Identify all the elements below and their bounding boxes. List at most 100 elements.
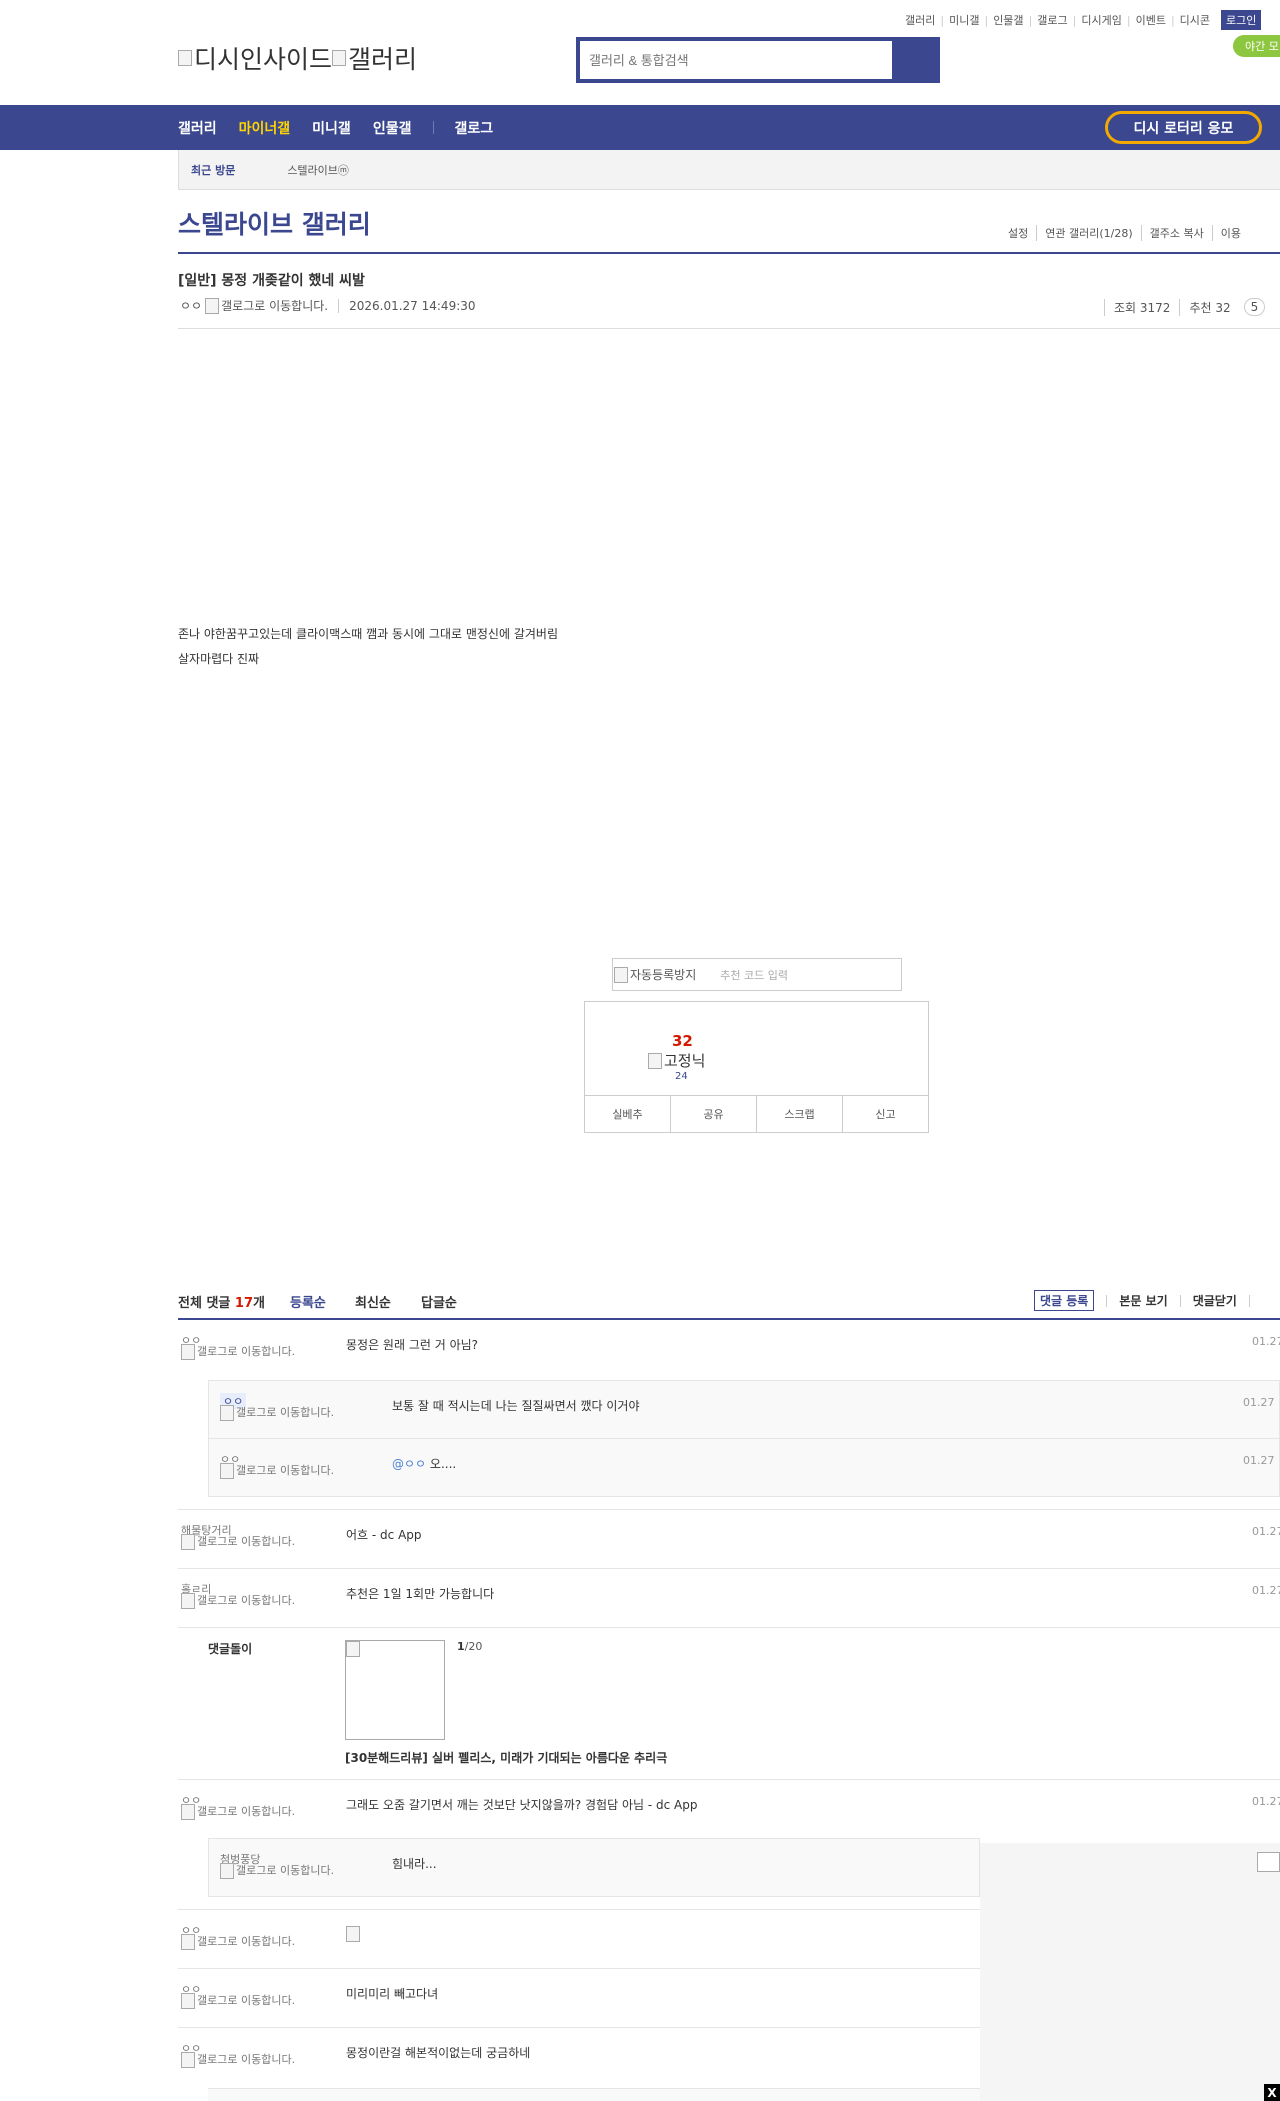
comment-item: ㅇㅇ 갤로그로 이동합니다. 몽정이란걸 해본적이없는데 궁금하네 [178,2028,980,2088]
gallog-image-icon [181,1344,195,1360]
search-button[interactable] [892,41,936,79]
gnb-person-gallery[interactable]: 인물갤 [373,118,412,138]
comment-gallog-link[interactable]: 갤로그로 이동합니다. [181,1804,309,1820]
night-mode-button[interactable]: 야간 모 [1233,35,1280,57]
post-author-gallog[interactable]: 갤로그로 이동합니다. [221,297,328,314]
comment-item: 홀ㄹ리 갤로그로 이동합니다. 추천은 1일 1회만 가능합니다 01.27 [178,1569,1280,1628]
share-button[interactable]: 공유 [671,1096,757,1132]
gallery-settings[interactable]: 설정 [1000,225,1036,241]
post-stats: 조회 3172 추천 32 5 [1104,298,1266,316]
comment-text: 미리미리 빼고다녀 [346,1987,439,2001]
search-box [576,37,940,83]
recent-visits-bar: 최근 방문 스텔라이브ⓜ [178,150,1280,190]
lottery-button[interactable]: 디시 로터리 응모 [1105,111,1262,144]
gallog-image-icon [220,1463,234,1479]
post-meta: ㅇㅇ 갤로그로 이동합니다. 2026.01.27 14:49:30 [180,297,476,314]
comment-gallog-link[interactable]: 갤로그로 이동합니다. [181,1344,309,1360]
gnb-minor-gallery[interactable]: 마이너갤 [239,118,291,138]
reply-time: 01.27 [1243,1454,1275,1467]
close-comments-button[interactable]: 댓글닫기 [1193,1292,1237,1309]
gnb-mini-gallery[interactable]: 미니갤 [312,118,351,138]
comment-gallog-link[interactable]: 갤로그로 이동합니다. [181,1934,309,1950]
sort-latest[interactable]: 최신순 [355,1292,391,1311]
action-divider [1106,1294,1108,1307]
post-author[interactable]: ㅇㅇ [180,297,202,314]
close-ad-button[interactable]: X [1264,2084,1280,2101]
login-button[interactable]: 로그인 [1221,10,1262,30]
ad-thumbnail[interactable] [345,1640,445,1740]
comment-time: 01.27 [1252,1525,1280,1538]
comment-gallog-link[interactable]: 갤로그로 이동합니다. [181,2052,309,2068]
reply-text: 힘내라... [392,1857,437,1871]
comment-text: 어흐 - dc App [346,1528,422,1542]
site-logo[interactable]: 디시인사이드 갤러리 [178,40,417,76]
comment-gallog-link[interactable]: 갤로그로 이동합니다. [181,1534,309,1550]
post-body: 존나 야한꿈꾸고있는데 클라이맥스때 깸과 동시에 그대로 맨정신에 갈겨버림 … [178,622,558,672]
reply-gallog-link[interactable]: 갤로그로 이동합니다. [220,1405,348,1421]
top-link-dccon[interactable]: 디시콘 [1175,12,1215,28]
gallery-title[interactable]: 스텔라이브 갤러리 [178,205,371,241]
captcha-image: 자동등록방지 [613,966,696,983]
ad-image-icon [346,1641,360,1657]
comment-gallog-link[interactable]: 갤로그로 이동합니다. [181,1993,309,2009]
comment-item: ㅇㅇ 갤로그로 이동합니다. [178,1910,980,1969]
side-ad-image[interactable] [1257,1852,1280,1872]
top-link-gallog[interactable]: 갤로그 [1032,12,1072,28]
comments-total: 전체 댓글 17개 [178,1296,265,1311]
gnb-divider [433,121,435,134]
fixed-nick-count: 24 [675,1071,688,1082]
scrap-button[interactable]: 스크랩 [757,1096,843,1132]
comment-count-pill[interactable]: 5 [1243,298,1266,316]
captcha-alt: 자동등록방지 [630,968,697,982]
post-views: 조회 3172 [1104,298,1179,316]
top-link-event[interactable]: 이벤트 [1131,12,1171,28]
reply-mention[interactable]: @ㅇㅇ [392,1457,426,1471]
top-link-dcgame[interactable]: 디시게임 [1076,12,1126,28]
gallery-divider [178,252,1280,254]
fixed-nick-label: 고정닉 [664,1052,706,1070]
reply-gallog-link[interactable]: 갤로그로 이동합니다. [220,1463,348,1479]
comment-time: 01.27 [1252,1795,1280,1808]
comment-text: 몽정이란걸 해본적이없는데 궁금하네 [346,2046,531,2060]
fixed-nick-recommend-button[interactable]: 고정닉 [648,1050,705,1071]
sort-registered[interactable]: 등록순 [290,1292,326,1311]
top-link-gallery[interactable]: 갤러리 [900,12,940,28]
gallog-image-icon [220,1405,234,1421]
gallog-image-icon [220,1863,234,1879]
comment-register-button[interactable]: 댓글 등록 [1034,1290,1095,1311]
logo-image-icon [178,50,192,66]
gnb-gallog[interactable]: 갤로그 [454,118,493,138]
sort-replies[interactable]: 답글순 [421,1292,457,1311]
best-recommend-button[interactable]: 실베추 [585,1096,671,1132]
top-header: 갤러리 | 미니갤 | 인물갤 | 갤로그 | 디시게임 | 이벤트 | 디시콘 로그인 야… [0,0,1280,105]
recent-visit-item[interactable]: 스텔라이브ⓜ [287,162,349,178]
comment-time: 01.27 [1252,1335,1280,1348]
recent-visits-label[interactable]: 최근 방문 [191,162,235,178]
captcha-input[interactable]: 추천 코드 입력 [720,967,788,983]
comment-gallog-link[interactable]: 갤로그로 이동합니다. [181,1593,309,1609]
search-input[interactable] [580,41,892,79]
global-nav: 갤러리 마이너갤 미니갤 인물갤 갤로그 디시 로터리 응모 [0,105,1280,150]
recommend-count: 32 [672,1032,693,1050]
related-galleries[interactable]: 연관 갤러리(1/28) [1036,225,1140,241]
reply-item: ㅇㅇ 갤로그로 이동합니다. @ㅇㅇ 오.... 01.27 [209,1439,1279,1497]
copy-gallery-url[interactable]: 갤주소 복사 [1140,225,1212,241]
reply-text: 보통 잘 때 적시는데 나는 질질싸면서 깼다 이거야 [392,1399,640,1413]
gnb-gallery[interactable]: 갤러리 [178,118,217,138]
reply-time: 01.27 [1243,1396,1275,1409]
reply-gallog-link[interactable]: 갤로그로 이동합니다. [220,1863,348,1879]
post-recommend: 추천 32 [1179,298,1239,316]
gallery-usage[interactable]: 이용 [1211,225,1249,241]
comments-total-count: 17 [234,1296,253,1311]
ad-pagination: 1/20 [457,1640,483,1653]
top-link-minigall[interactable]: 미니갤 [944,12,984,28]
report-button[interactable]: 신고 [843,1096,928,1132]
gallery-logo-image-icon [332,50,347,66]
captcha-image-icon [614,966,628,983]
post-divider [178,328,1280,329]
view-post-button[interactable]: 본문 보기 [1119,1292,1167,1309]
ad-title-link[interactable]: [30분해드리뷰] 실버 펠리스, 미래가 기대되는 아름다운 추리극 [345,1749,667,1766]
top-link-persongall[interactable]: 인물갤 [988,12,1028,28]
action-divider [1179,1294,1181,1307]
post-title: [일반] 몽정 개좆같이 했네 씨발 [178,273,365,289]
